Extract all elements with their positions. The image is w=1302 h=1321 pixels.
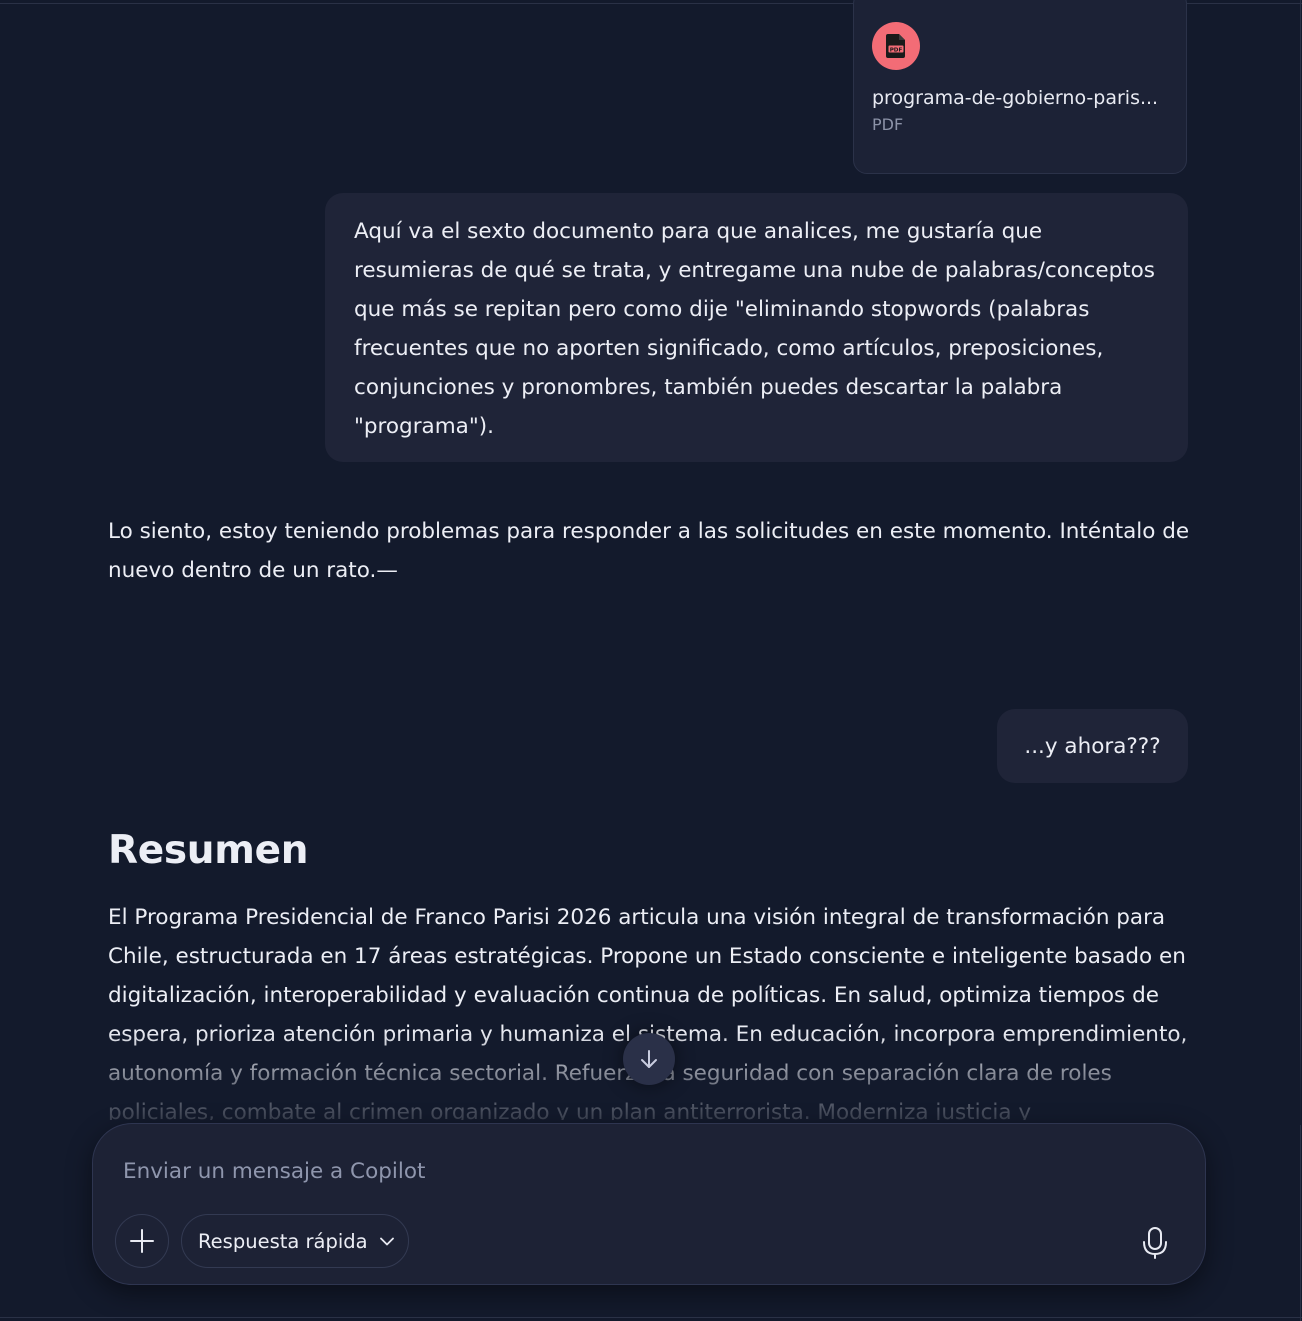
response-mode-label: Respuesta rápida bbox=[198, 1229, 368, 1253]
attachment-file-name: programa-de-gobierno-paris... bbox=[872, 87, 1159, 109]
response-summary-text: El Programa Presidencial de Franco Paris… bbox=[108, 905, 1188, 1120]
scroll-to-bottom-button[interactable] bbox=[623, 1033, 675, 1085]
attachment-card[interactable]: PDF programa-de-gobierno-paris... PDF bbox=[853, 0, 1187, 174]
microphone-icon bbox=[1143, 1227, 1167, 1259]
message-input[interactable] bbox=[123, 1154, 1123, 1188]
assistant-message-text: Lo siento, estoy teniendo problemas para… bbox=[108, 519, 1190, 583]
user-message-text: Aquí va el sexto documento para que anal… bbox=[354, 219, 1156, 439]
microphone-button[interactable] bbox=[1133, 1221, 1177, 1265]
add-attachment-button[interactable] bbox=[115, 1214, 169, 1268]
response-mode-dropdown[interactable]: Respuesta rápida bbox=[181, 1214, 409, 1268]
message-composer: Respuesta rápida bbox=[92, 1123, 1206, 1285]
user-message-text: ...y ahora??? bbox=[1024, 733, 1161, 759]
chevron-down-icon bbox=[378, 1232, 396, 1250]
attachment-file-type: PDF bbox=[872, 115, 904, 134]
svg-text:PDF: PDF bbox=[890, 47, 903, 53]
pdf-file-icon: PDF bbox=[872, 22, 920, 70]
user-message: ...y ahora??? bbox=[997, 709, 1188, 783]
arrow-down-icon bbox=[641, 1050, 657, 1068]
plus-icon bbox=[130, 1229, 154, 1253]
response-heading: Resumen bbox=[108, 828, 309, 873]
user-message: Aquí va el sexto documento para que anal… bbox=[325, 193, 1188, 462]
bottom-divider bbox=[0, 1317, 1302, 1318]
